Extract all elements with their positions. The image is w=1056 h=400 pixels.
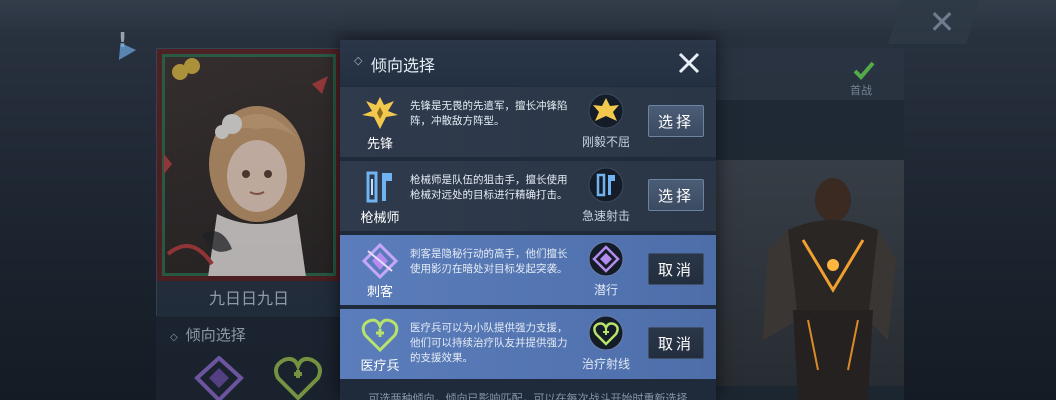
- check-icon: [853, 61, 875, 80]
- tendency-row-assassin: 刺客 刺客是隐秘行动的高手，他们擅长使用影刃在暗处对目标发起突袭。 潜行 取消: [340, 235, 716, 305]
- cancel-button[interactable]: 取消: [648, 327, 704, 359]
- tendency-row-medic: 医疗兵 医疗兵可以为小队提供强力支援，他们可以持续治疗队友并提供强力的支援效果。…: [340, 309, 716, 379]
- ready-label: 首战: [850, 84, 872, 97]
- select-button[interactable]: 选择: [648, 105, 704, 137]
- tendency-description: 医疗兵可以为小队提供强力支援，他们可以持续治疗队友并提供强力的支援效果。: [410, 322, 568, 364]
- vanguard-emblem-icon: [362, 97, 398, 129]
- diamond-icon: ◇: [354, 54, 363, 67]
- tendency-name: 先锋: [366, 137, 393, 152]
- assassin-emblem-icon: [194, 356, 244, 400]
- stealth-skill-icon: [588, 241, 624, 277]
- left-lower-title: ◇ 倾向选择: [170, 324, 246, 345]
- portrait-frame: [157, 49, 341, 281]
- select-button[interactable]: 选择: [648, 179, 704, 211]
- tendency-description: 先锋是无畏的先遣军，擅长冲锋陷阵，冲散敌方阵型。: [410, 100, 568, 127]
- tendency-name: 医疗兵: [360, 359, 400, 374]
- tendency-skill: 刚毅不屈: [581, 135, 630, 149]
- background-close-icon[interactable]: ✕: [922, 2, 962, 42]
- dialog-footer-note: 可选两种倾向，倾向已影响匹配，可以在每次战斗开始时重新选择: [368, 392, 688, 400]
- tendency-row-gunner: 枪械师 枪械师是队伍的狙击手，擅长使用枪械对远处的目标进行精确打击。 急速射击 …: [340, 161, 716, 231]
- gunner-emblem-icon: [366, 171, 392, 203]
- diamond-icon: ◇: [170, 332, 178, 343]
- medic-emblem-icon: [361, 318, 399, 353]
- tendency-skill: 急速射击: [581, 209, 630, 223]
- tendency-name: 刺客: [366, 285, 393, 300]
- assassin-emblem-icon: [361, 243, 399, 279]
- medic-emblem-icon: [274, 356, 322, 400]
- tendency-name: 枪械师: [360, 211, 400, 226]
- tendency-selection-dialog: ◇ 倾向选择 先锋 先锋是无畏的先遣军，擅长冲锋陷阵，冲散敌方阵型。 刚毅不屈 …: [340, 40, 716, 400]
- left-lower-title-text: 倾向选择: [185, 326, 246, 344]
- healing-beam-skill-icon: [588, 315, 624, 351]
- armored-character-image: [763, 178, 896, 400]
- close-icon[interactable]: [674, 48, 704, 78]
- rapid-fire-skill-icon: [588, 167, 624, 203]
- dialog-title: 倾向选择: [371, 56, 436, 75]
- cancel-button[interactable]: 取消: [648, 253, 704, 285]
- tendency-description: 刺客是隐秘行动的高手，他们擅长使用影刃在暗处对目标发起突袭。: [410, 248, 568, 275]
- tendency-skill: 潜行: [593, 283, 618, 297]
- unyielding-skill-icon: [588, 93, 624, 129]
- tendency-row-vanguard: 先锋 先锋是无畏的先遣军，擅长冲锋陷阵，冲散敌方阵型。 刚毅不屈 选择: [340, 87, 716, 157]
- frame-ornaments: [164, 58, 328, 266]
- tendency-description: 枪械师是队伍的狙击手，擅长使用枪械对远处的目标进行精确打击。: [410, 174, 568, 201]
- tendency-skill: 治疗射线: [581, 357, 630, 371]
- player-name: 九日日九日: [157, 281, 341, 317]
- dialog-header: ◇ 倾向选择: [340, 40, 716, 86]
- player-card: 九日日九日: [156, 48, 341, 317]
